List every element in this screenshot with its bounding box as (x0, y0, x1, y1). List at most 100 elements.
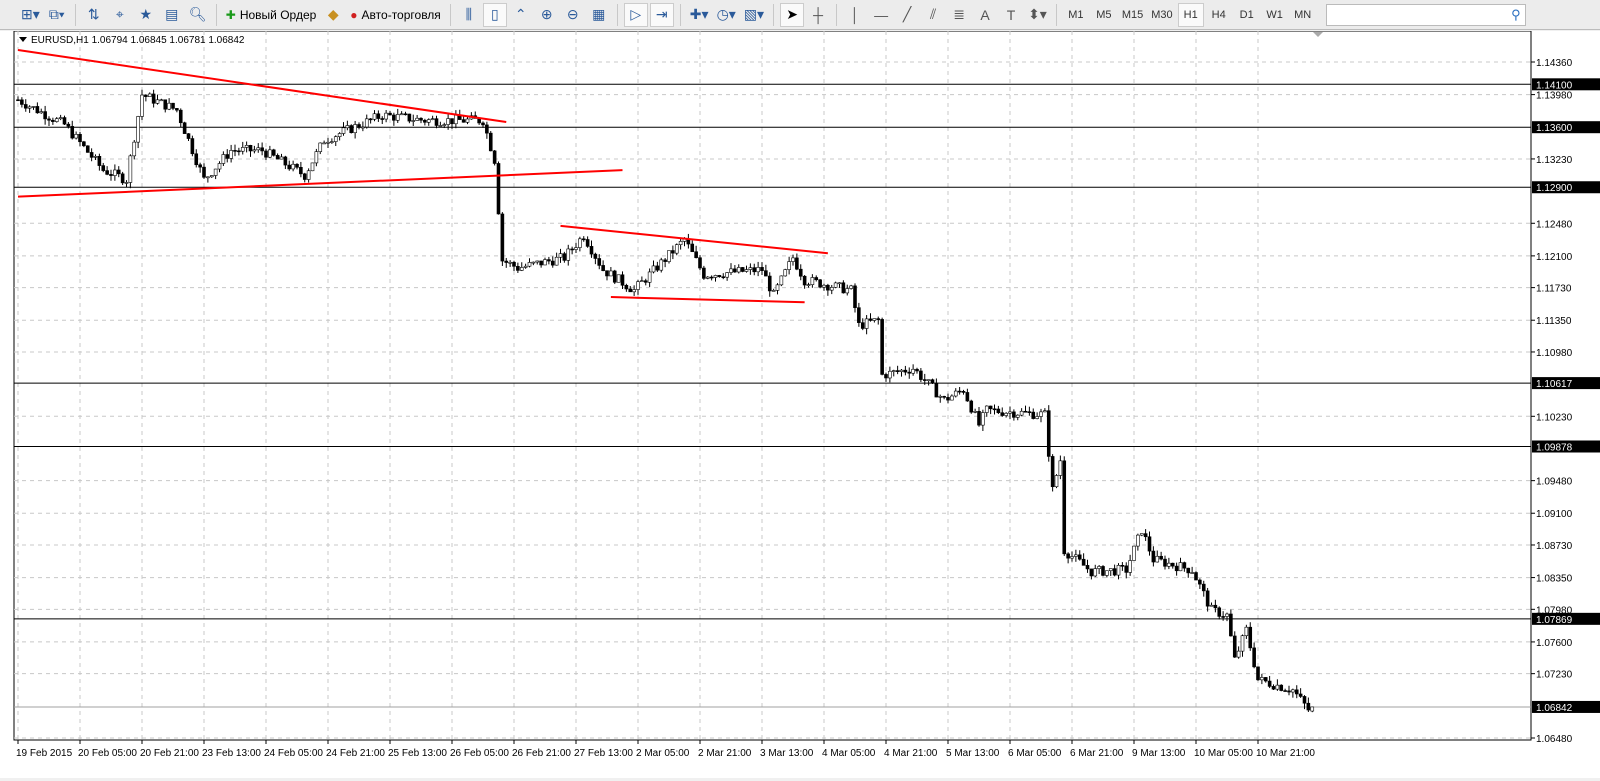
candle-body (849, 285, 853, 289)
candle-body (891, 370, 896, 372)
candle-body (306, 170, 311, 180)
timeframe-h1[interactable]: H1 (1177, 2, 1204, 27)
profiles-icon[interactable]: ⧉▾ (45, 3, 69, 27)
candle-body (240, 147, 245, 152)
candle-body (39, 111, 44, 114)
timeframe-m1[interactable]: M1 (1063, 3, 1089, 27)
candle-body (628, 288, 633, 293)
candle-body (624, 284, 629, 290)
time-label: 6 Mar 21:00 (1070, 748, 1124, 759)
timeframe-m15[interactable]: M15 (1119, 3, 1146, 27)
candle-body (566, 248, 571, 261)
candle-body (78, 134, 82, 143)
candle-body (415, 117, 419, 121)
fibonacci-icon[interactable]: ≣ (947, 3, 971, 27)
horizontal-line-icon[interactable]: — (869, 3, 893, 27)
candlestick-icon[interactable]: ▯ (482, 2, 507, 27)
candle-body (1019, 410, 1024, 416)
candle-body (116, 169, 121, 175)
candle-body (1205, 590, 1210, 607)
candle-body (147, 93, 152, 97)
candle-body (318, 142, 323, 152)
candle-body (1194, 572, 1198, 581)
line-chart-icon[interactable]: ⌃ (509, 3, 533, 27)
tile-windows-icon[interactable]: ▦ (587, 3, 611, 27)
candle-body (659, 259, 664, 271)
candle-body (264, 150, 268, 158)
market-watch-icon[interactable]: ⇅ (82, 3, 106, 27)
candle-body (969, 400, 974, 413)
new-chart-icon[interactable]: ⊞▾ (18, 3, 43, 27)
new-order-icon: ✚ (225, 7, 236, 22)
candle-body (601, 265, 605, 271)
candle-body (1143, 533, 1148, 538)
templates-icon[interactable]: ▧▾ (741, 3, 767, 27)
candle-body (531, 261, 536, 264)
bar-chart-icon[interactable]: ⫼ (457, 3, 481, 27)
candle-body (225, 154, 230, 159)
candle-body (1124, 565, 1129, 573)
candle-body (333, 136, 338, 142)
timeframe-m5[interactable]: M5 (1091, 3, 1117, 27)
candle-body (1101, 566, 1105, 576)
auto-scroll-icon[interactable]: ▷ (623, 2, 648, 27)
candle-body (740, 267, 745, 272)
search-input[interactable]: ⚲ (1325, 3, 1526, 26)
vertical-line-icon[interactable]: │ (843, 3, 867, 27)
new-order-button[interactable]: ✚ Новый Ордер (223, 3, 320, 27)
candle-body (1089, 568, 1094, 577)
metaeditor-icon[interactable]: ◆ (321, 3, 345, 27)
candle-body (283, 156, 288, 166)
candle-body (1070, 556, 1074, 559)
cursor-icon[interactable]: ➤ (780, 2, 805, 27)
candle-body (810, 277, 815, 285)
candle-body (159, 99, 164, 102)
candle-body (1221, 616, 1225, 618)
timeframe-h4[interactable]: H4 (1206, 3, 1232, 27)
level-price-label: 1.07869 (1536, 615, 1573, 626)
candle-body (1275, 684, 1280, 690)
candle-body (155, 99, 160, 104)
autotrading-button[interactable]: ● Авто-торговля (347, 3, 444, 27)
candle-body (872, 318, 877, 321)
candle-body (446, 118, 450, 125)
timeframe-m30[interactable]: M30 (1148, 3, 1175, 27)
price-chart[interactable]: 1.14360 1.13980 1.13230 1.12480 1.12100 1.117… (0, 30, 1600, 778)
zoom-out-icon[interactable]: ⊖ (561, 3, 585, 27)
indicators-icon[interactable]: ✚▾ (687, 3, 712, 27)
level-price-label: 1.09878 (1536, 442, 1573, 453)
candle-body (399, 113, 404, 116)
candle-body (291, 163, 295, 170)
time-label: 26 Feb 05:00 (450, 748, 509, 759)
chart-window[interactable]: 1.14360 1.13980 1.13230 1.12480 1.12100 1.117… (0, 30, 1600, 778)
navigator-icon[interactable]: ★ (134, 3, 158, 27)
time-label: 19 Feb 2015 (16, 748, 73, 759)
data-window-icon[interactable]: ⌖ (108, 3, 132, 27)
text-label-icon[interactable]: T (999, 3, 1023, 27)
candle-body (186, 133, 191, 139)
strategy-tester-icon[interactable]: 🔍︎ (186, 3, 210, 27)
crosshair-icon[interactable]: ┼ (806, 3, 830, 27)
candle-body (1027, 411, 1032, 413)
price-tick-label: 1.08350 (1536, 574, 1573, 585)
candle-body (1112, 568, 1117, 576)
zoom-in-icon[interactable]: ⊕ (535, 3, 559, 27)
time-label: 25 Feb 13:00 (388, 748, 447, 759)
periods-icon[interactable]: ◷▾ (714, 3, 739, 27)
chart-shift-icon[interactable]: ⇥ (649, 2, 674, 27)
timeframe-d1[interactable]: D1 (1234, 3, 1260, 27)
text-icon[interactable]: A (973, 3, 997, 27)
trendline-icon[interactable]: ╱ (895, 3, 919, 27)
arrows-icon[interactable]: ⬍▾ (1025, 3, 1050, 27)
equidistant-channel-icon[interactable]: ⫽ (921, 3, 945, 27)
timeframe-w1[interactable]: W1 (1262, 3, 1288, 27)
timeframe-mn[interactable]: MN (1290, 3, 1316, 27)
level-price-label: 1.13600 (1536, 123, 1573, 134)
time-label: 10 Mar 05:00 (1194, 748, 1253, 759)
candle-body (826, 284, 830, 291)
candle-body (1120, 565, 1125, 567)
candle-body (43, 111, 47, 120)
candle-body (74, 134, 78, 139)
candle-body (237, 150, 241, 153)
terminal-icon[interactable]: ▤ (160, 3, 184, 27)
